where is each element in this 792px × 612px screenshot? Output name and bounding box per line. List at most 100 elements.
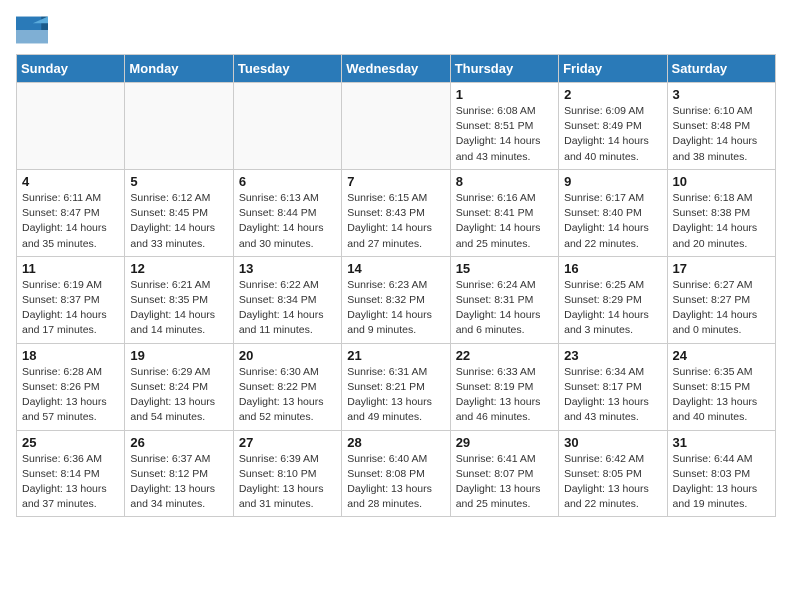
calendar-cell: 5Sunrise: 6:12 AM Sunset: 8:45 PM Daylig… (125, 169, 233, 256)
day-number: 23 (564, 348, 661, 363)
day-number: 21 (347, 348, 444, 363)
week-row-5: 25 Sunrise: 6:36 AM Sunset: 8:14 PM Dayli… (17, 430, 776, 517)
day-number: 19 (130, 348, 227, 363)
calendar-cell (342, 83, 450, 170)
calendar-cell: 22 Sunrise: 6:33 AM Sunset: 8:19 PM Dayli… (450, 343, 558, 430)
calendar-cell: 29 Sunrise: 6:41 AM Sunset: 8:07 PM Dayli… (450, 430, 558, 517)
calendar-cell: 17 Sunrise: 6:27 AM Sunset: 8:27 PM Dayli… (667, 256, 775, 343)
calendar-cell: 19 Sunrise: 6:29 AM Sunset: 8:24 PM Dayli… (125, 343, 233, 430)
col-header-wednesday: Wednesday (342, 55, 450, 83)
day-number: 7 (347, 174, 444, 189)
calendar-cell: 1 Sunrise: 6:08 AM Sunset: 8:51 PM Daylig… (450, 83, 558, 170)
day-info: Sunrise: 6:40 AM Sunset: 8:08 PM Dayligh… (347, 452, 444, 513)
week-row-1: 1 Sunrise: 6:08 AM Sunset: 8:51 PM Daylig… (17, 83, 776, 170)
day-info: Sunrise: 6:24 AM Sunset: 8:31 PM Dayligh… (456, 278, 553, 339)
day-number: 25 (22, 435, 119, 450)
day-info: Sunrise: 6:09 AM Sunset: 8:49 PM Dayligh… (564, 104, 661, 165)
calendar-cell: 26 Sunrise: 6:37 AM Sunset: 8:12 PM Dayli… (125, 430, 233, 517)
day-info: Sunrise: 6:19 AM Sunset: 8:37 PM Dayligh… (22, 278, 119, 339)
day-number: 5 (130, 174, 227, 189)
day-info: Sunrise: 6:08 AM Sunset: 8:51 PM Dayligh… (456, 104, 553, 165)
calendar-body: 1 Sunrise: 6:08 AM Sunset: 8:51 PM Daylig… (17, 83, 776, 517)
calendar-cell: 7Sunrise: 6:15 AM Sunset: 8:43 PM Daylig… (342, 169, 450, 256)
day-number: 9 (564, 174, 661, 189)
day-number: 12 (130, 261, 227, 276)
header (16, 16, 776, 44)
day-number: 4 (22, 174, 119, 189)
day-number: 3 (673, 87, 770, 102)
calendar-cell: 10 Sunrise: 6:18 AM Sunset: 8:38 PM Dayli… (667, 169, 775, 256)
calendar-cell: 6Sunrise: 6:13 AM Sunset: 8:44 PM Daylig… (233, 169, 341, 256)
calendar-cell: 25 Sunrise: 6:36 AM Sunset: 8:14 PM Dayli… (17, 430, 125, 517)
col-header-friday: Friday (559, 55, 667, 83)
day-info: Sunrise: 6:28 AM Sunset: 8:26 PM Dayligh… (22, 365, 119, 426)
calendar-cell: 23 Sunrise: 6:34 AM Sunset: 8:17 PM Dayli… (559, 343, 667, 430)
day-info: Sunrise: 6:37 AM Sunset: 8:12 PM Dayligh… (130, 452, 227, 513)
day-info: Sunrise: 6:42 AM Sunset: 8:05 PM Dayligh… (564, 452, 661, 513)
day-info: Sunrise: 6:31 AM Sunset: 8:21 PM Dayligh… (347, 365, 444, 426)
calendar-cell: 16Sunrise: 6:25 AM Sunset: 8:29 PM Dayli… (559, 256, 667, 343)
day-number: 2 (564, 87, 661, 102)
day-number: 29 (456, 435, 553, 450)
day-info: Sunrise: 6:25 AM Sunset: 8:29 PM Dayligh… (564, 278, 661, 339)
calendar-cell: 24 Sunrise: 6:35 AM Sunset: 8:15 PM Dayli… (667, 343, 775, 430)
day-number: 8 (456, 174, 553, 189)
calendar-cell: 12 Sunrise: 6:21 AM Sunset: 8:35 PM Dayli… (125, 256, 233, 343)
day-number: 15 (456, 261, 553, 276)
calendar-cell (125, 83, 233, 170)
day-info: Sunrise: 6:41 AM Sunset: 8:07 PM Dayligh… (456, 452, 553, 513)
day-info: Sunrise: 6:34 AM Sunset: 8:17 PM Dayligh… (564, 365, 661, 426)
calendar-table: SundayMondayTuesdayWednesdayThursdayFrid… (16, 54, 776, 517)
day-info: Sunrise: 6:35 AM Sunset: 8:15 PM Dayligh… (673, 365, 770, 426)
day-number: 22 (456, 348, 553, 363)
day-number: 11 (22, 261, 119, 276)
day-info: Sunrise: 6:27 AM Sunset: 8:27 PM Dayligh… (673, 278, 770, 339)
day-info: Sunrise: 6:23 AM Sunset: 8:32 PM Dayligh… (347, 278, 444, 339)
logo (16, 16, 52, 44)
calendar-cell (233, 83, 341, 170)
day-info: Sunrise: 6:39 AM Sunset: 8:10 PM Dayligh… (239, 452, 336, 513)
day-number: 27 (239, 435, 336, 450)
calendar-cell: 18Sunrise: 6:28 AM Sunset: 8:26 PM Dayli… (17, 343, 125, 430)
calendar-cell: 15 Sunrise: 6:24 AM Sunset: 8:31 PM Dayli… (450, 256, 558, 343)
calendar-cell: 27 Sunrise: 6:39 AM Sunset: 8:10 PM Dayli… (233, 430, 341, 517)
calendar-cell: 28 Sunrise: 6:40 AM Sunset: 8:08 PM Dayli… (342, 430, 450, 517)
day-info: Sunrise: 6:18 AM Sunset: 8:38 PM Dayligh… (673, 191, 770, 252)
col-header-tuesday: Tuesday (233, 55, 341, 83)
calendar-cell: 9Sunrise: 6:17 AM Sunset: 8:40 PM Daylig… (559, 169, 667, 256)
day-number: 28 (347, 435, 444, 450)
day-info: Sunrise: 6:44 AM Sunset: 8:03 PM Dayligh… (673, 452, 770, 513)
calendar-cell: 20Sunrise: 6:30 AM Sunset: 8:22 PM Dayli… (233, 343, 341, 430)
week-row-4: 18Sunrise: 6:28 AM Sunset: 8:26 PM Dayli… (17, 343, 776, 430)
calendar-cell: 30Sunrise: 6:42 AM Sunset: 8:05 PM Dayli… (559, 430, 667, 517)
day-number: 14 (347, 261, 444, 276)
day-info: Sunrise: 6:10 AM Sunset: 8:48 PM Dayligh… (673, 104, 770, 165)
calendar-cell: 31 Sunrise: 6:44 AM Sunset: 8:03 PM Dayli… (667, 430, 775, 517)
day-number: 31 (673, 435, 770, 450)
calendar-cell: 13Sunrise: 6:22 AM Sunset: 8:34 PM Dayli… (233, 256, 341, 343)
day-number: 20 (239, 348, 336, 363)
day-number: 17 (673, 261, 770, 276)
day-info: Sunrise: 6:36 AM Sunset: 8:14 PM Dayligh… (22, 452, 119, 513)
day-info: Sunrise: 6:33 AM Sunset: 8:19 PM Dayligh… (456, 365, 553, 426)
calendar-cell: 4 Sunrise: 6:11 AM Sunset: 8:47 PM Daylig… (17, 169, 125, 256)
col-header-sunday: Sunday (17, 55, 125, 83)
calendar-cell: 2 Sunrise: 6:09 AM Sunset: 8:49 PM Daylig… (559, 83, 667, 170)
day-number: 10 (673, 174, 770, 189)
day-info: Sunrise: 6:29 AM Sunset: 8:24 PM Dayligh… (130, 365, 227, 426)
col-header-thursday: Thursday (450, 55, 558, 83)
day-number: 13 (239, 261, 336, 276)
calendar-cell: 14 Sunrise: 6:23 AM Sunset: 8:32 PM Dayli… (342, 256, 450, 343)
week-row-2: 4 Sunrise: 6:11 AM Sunset: 8:47 PM Daylig… (17, 169, 776, 256)
calendar-cell: 21 Sunrise: 6:31 AM Sunset: 8:21 PM Dayli… (342, 343, 450, 430)
day-number: 26 (130, 435, 227, 450)
day-info: Sunrise: 6:11 AM Sunset: 8:47 PM Dayligh… (22, 191, 119, 252)
col-header-saturday: Saturday (667, 55, 775, 83)
calendar-cell: 11 Sunrise: 6:19 AM Sunset: 8:37 PM Dayli… (17, 256, 125, 343)
calendar-cell (17, 83, 125, 170)
day-number: 1 (456, 87, 553, 102)
day-info: Sunrise: 6:21 AM Sunset: 8:35 PM Dayligh… (130, 278, 227, 339)
calendar-cell: 3 Sunrise: 6:10 AM Sunset: 8:48 PM Daylig… (667, 83, 775, 170)
logo-icon (16, 16, 48, 44)
day-number: 24 (673, 348, 770, 363)
